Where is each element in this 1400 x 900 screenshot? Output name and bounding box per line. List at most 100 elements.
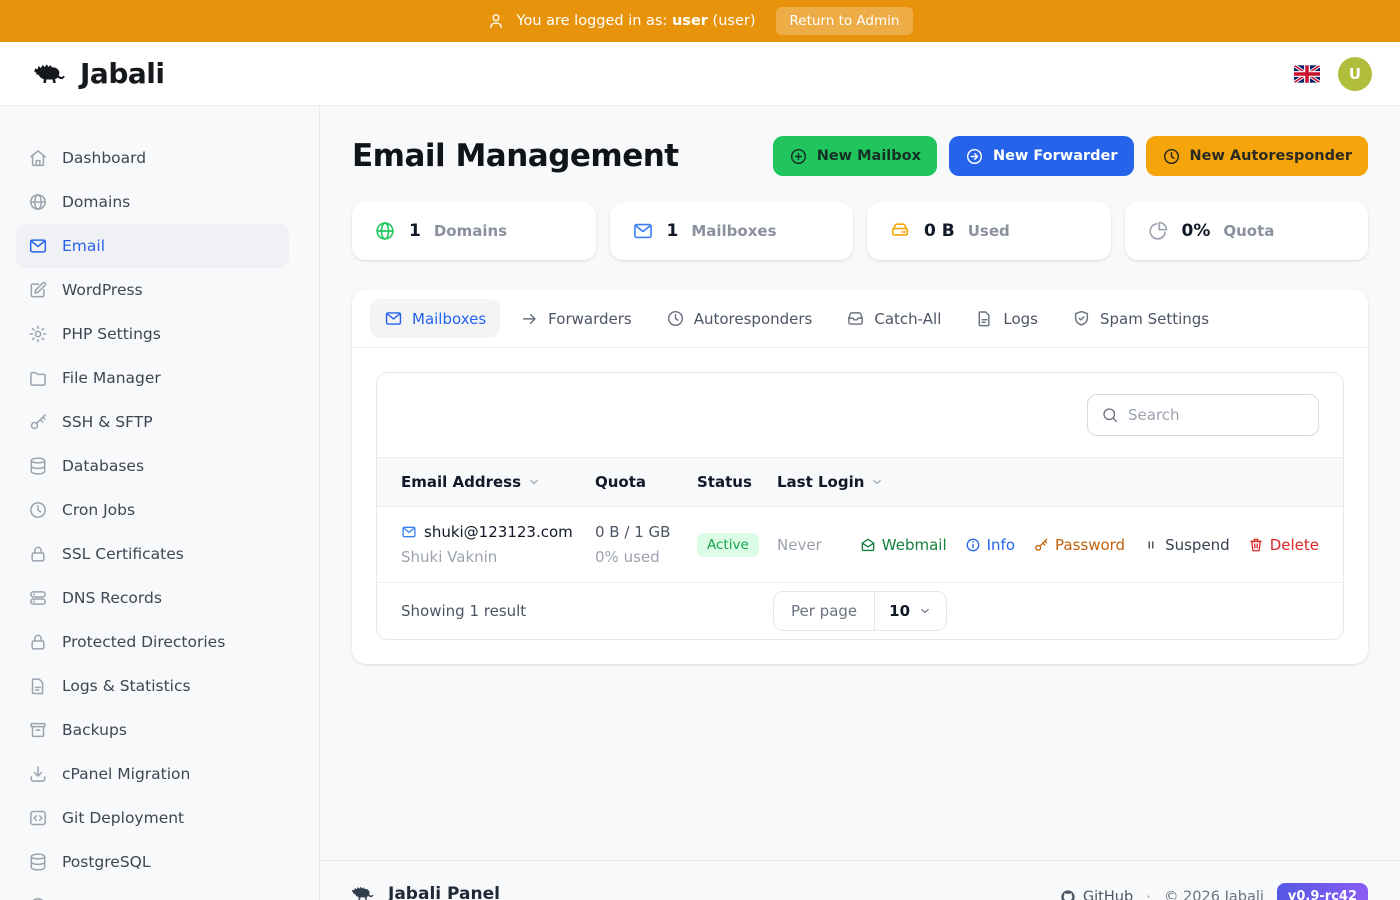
- stat-label: Used: [967, 222, 1010, 240]
- app-header: Jabali U: [0, 42, 1400, 106]
- globe-icon: [374, 220, 396, 242]
- home-icon: [28, 148, 48, 168]
- stat-value: 0%: [1181, 221, 1211, 241]
- mail-icon: [401, 524, 417, 540]
- delete-action[interactable]: Delete: [1248, 536, 1319, 554]
- circle-icon: [28, 896, 48, 900]
- new-autoresponder-button[interactable]: New Autoresponder: [1145, 136, 1368, 176]
- tab-autoresponders[interactable]: Autoresponders: [652, 299, 827, 338]
- folder-icon: [28, 368, 48, 388]
- sidebar-item-ssl-certificates[interactable]: SSL Certificates: [16, 532, 289, 576]
- stat-label: Domains: [433, 222, 508, 240]
- sidebar-item-wordpress[interactable]: WordPress: [16, 268, 289, 312]
- database-icon: [28, 456, 48, 476]
- document-icon: [28, 676, 48, 696]
- globe-icon: [28, 192, 48, 212]
- search-box: [1087, 394, 1319, 436]
- footer-brand-name: Jabali Panel: [388, 883, 500, 900]
- logged-in-message: You are logged in as: user (user): [516, 13, 756, 29]
- new-forwarder-button[interactable]: New Forwarder: [948, 136, 1134, 176]
- per-page-select[interactable]: 10: [875, 592, 946, 630]
- stat-label: Mailboxes: [691, 222, 777, 240]
- row-actions: Webmail Info Password Suspend Delete: [860, 536, 1319, 554]
- database-icon: [28, 852, 48, 872]
- sidebar-item-postgresql[interactable]: PostgreSQL: [16, 840, 289, 884]
- boar-icon: [348, 883, 378, 900]
- stat-card-quota: 0% Quota: [1124, 202, 1368, 260]
- page-footer: Jabali Panel GitHub · © 2026 Jabali v0.9…: [320, 860, 1400, 900]
- search-input[interactable]: [1128, 406, 1305, 424]
- trash-icon: [1248, 537, 1264, 553]
- sidebar-item-databases[interactable]: Databases: [16, 444, 289, 488]
- logged-in-username: user: [671, 13, 708, 29]
- quota-value: 0 B / 1 GB: [595, 523, 671, 541]
- sidebar-item-email[interactable]: Email: [16, 224, 289, 268]
- info-circle-icon: [965, 537, 981, 553]
- plus-circle-icon: [789, 147, 808, 166]
- new-mailbox-button[interactable]: New Mailbox: [772, 136, 937, 176]
- tab-logs[interactable]: Logs: [961, 299, 1052, 338]
- inbox-stack-icon: [846, 309, 865, 328]
- sidebar-item-git-deployment[interactable]: Git Deployment: [16, 796, 289, 840]
- sidebar: Dashboard Domains Email WordPress PHP Se…: [0, 106, 320, 900]
- tab-forwarders[interactable]: Forwarders: [506, 299, 646, 338]
- sidebar-item-protected-directories[interactable]: Protected Directories: [16, 620, 289, 664]
- return-to-admin-button[interactable]: Return to Admin: [775, 7, 914, 35]
- github-link[interactable]: GitHub: [1060, 889, 1133, 900]
- email-card: Mailboxes Forwarders Autoresponders Catc…: [352, 290, 1368, 664]
- webmail-action[interactable]: Webmail: [860, 536, 947, 554]
- tab-catch-all[interactable]: Catch-All: [832, 299, 955, 338]
- info-action[interactable]: Info: [965, 536, 1015, 554]
- sidebar-item-cron-jobs[interactable]: Cron Jobs: [16, 488, 289, 532]
- sidebar-item-dns-records[interactable]: DNS Records: [16, 576, 289, 620]
- sidebar-item-partial[interactable]: [16, 884, 289, 900]
- sidebar-item-logs-statistics[interactable]: Logs & Statistics: [16, 664, 289, 708]
- hard-drive-icon: [889, 220, 911, 242]
- edit-pencil-icon: [28, 280, 48, 300]
- per-page-label: Per page: [774, 592, 876, 630]
- sidebar-item-domains[interactable]: Domains: [16, 180, 289, 224]
- clock-icon: [1162, 147, 1181, 166]
- brand-name: Jabali: [80, 57, 165, 90]
- brand-logo[interactable]: Jabali: [28, 57, 165, 90]
- tab-mailboxes[interactable]: Mailboxes: [370, 299, 501, 338]
- email-address: shuki@123123.com: [424, 523, 573, 541]
- sidebar-item-cpanel-migration[interactable]: cPanel Migration: [16, 752, 289, 796]
- search-icon: [1101, 406, 1119, 424]
- gear-icon: [28, 324, 48, 344]
- user-icon: [487, 12, 505, 30]
- archive-box-icon: [28, 720, 48, 740]
- stat-card-mailboxes: 1 Mailboxes: [609, 202, 853, 260]
- sidebar-item-backups[interactable]: Backups: [16, 708, 289, 752]
- key-icon: [1033, 537, 1049, 553]
- pause-icon: [1143, 537, 1159, 553]
- avatar[interactable]: U: [1338, 56, 1372, 91]
- tab-spam-settings[interactable]: Spam Settings: [1058, 299, 1223, 338]
- sidebar-item-ssh-sftp[interactable]: SSH & SFTP: [16, 400, 289, 444]
- password-action[interactable]: Password: [1033, 536, 1125, 554]
- sidebar-item-dashboard[interactable]: Dashboard: [16, 136, 289, 180]
- footer-brand: Jabali Panel: [348, 883, 500, 900]
- status-badge: Active: [697, 532, 759, 557]
- table-row: shuki@123123.com Shuki Vaknin 0 B / 1 GB…: [377, 507, 1343, 583]
- uk-flag-icon[interactable]: [1294, 64, 1320, 83]
- email-tabs: Mailboxes Forwarders Autoresponders Catc…: [352, 290, 1368, 348]
- clock-icon: [666, 309, 685, 328]
- github-icon: [1060, 889, 1076, 900]
- mailbox-owner-name: Shuki Vaknin: [401, 548, 498, 566]
- suspend-action[interactable]: Suspend: [1143, 536, 1230, 554]
- pie-chart-icon: [1147, 220, 1169, 242]
- sidebar-item-php-settings[interactable]: PHP Settings: [16, 312, 289, 356]
- logged-in-role: (user): [712, 13, 756, 29]
- lock-icon: [28, 544, 48, 564]
- chevron-down-icon: [918, 604, 932, 618]
- footer-separator: ·: [1146, 887, 1151, 900]
- chevron-down-icon: [870, 475, 884, 489]
- stat-card-domains: 1 Domains: [352, 202, 596, 260]
- column-last-login[interactable]: Last Login: [777, 473, 1319, 491]
- sidebar-item-file-manager[interactable]: File Manager: [16, 356, 289, 400]
- column-email-address[interactable]: Email Address: [401, 473, 595, 491]
- impersonation-bar: You are logged in as: user (user) Return…: [0, 0, 1400, 42]
- boar-icon: [28, 59, 72, 89]
- page-title: Email Management: [352, 138, 679, 174]
